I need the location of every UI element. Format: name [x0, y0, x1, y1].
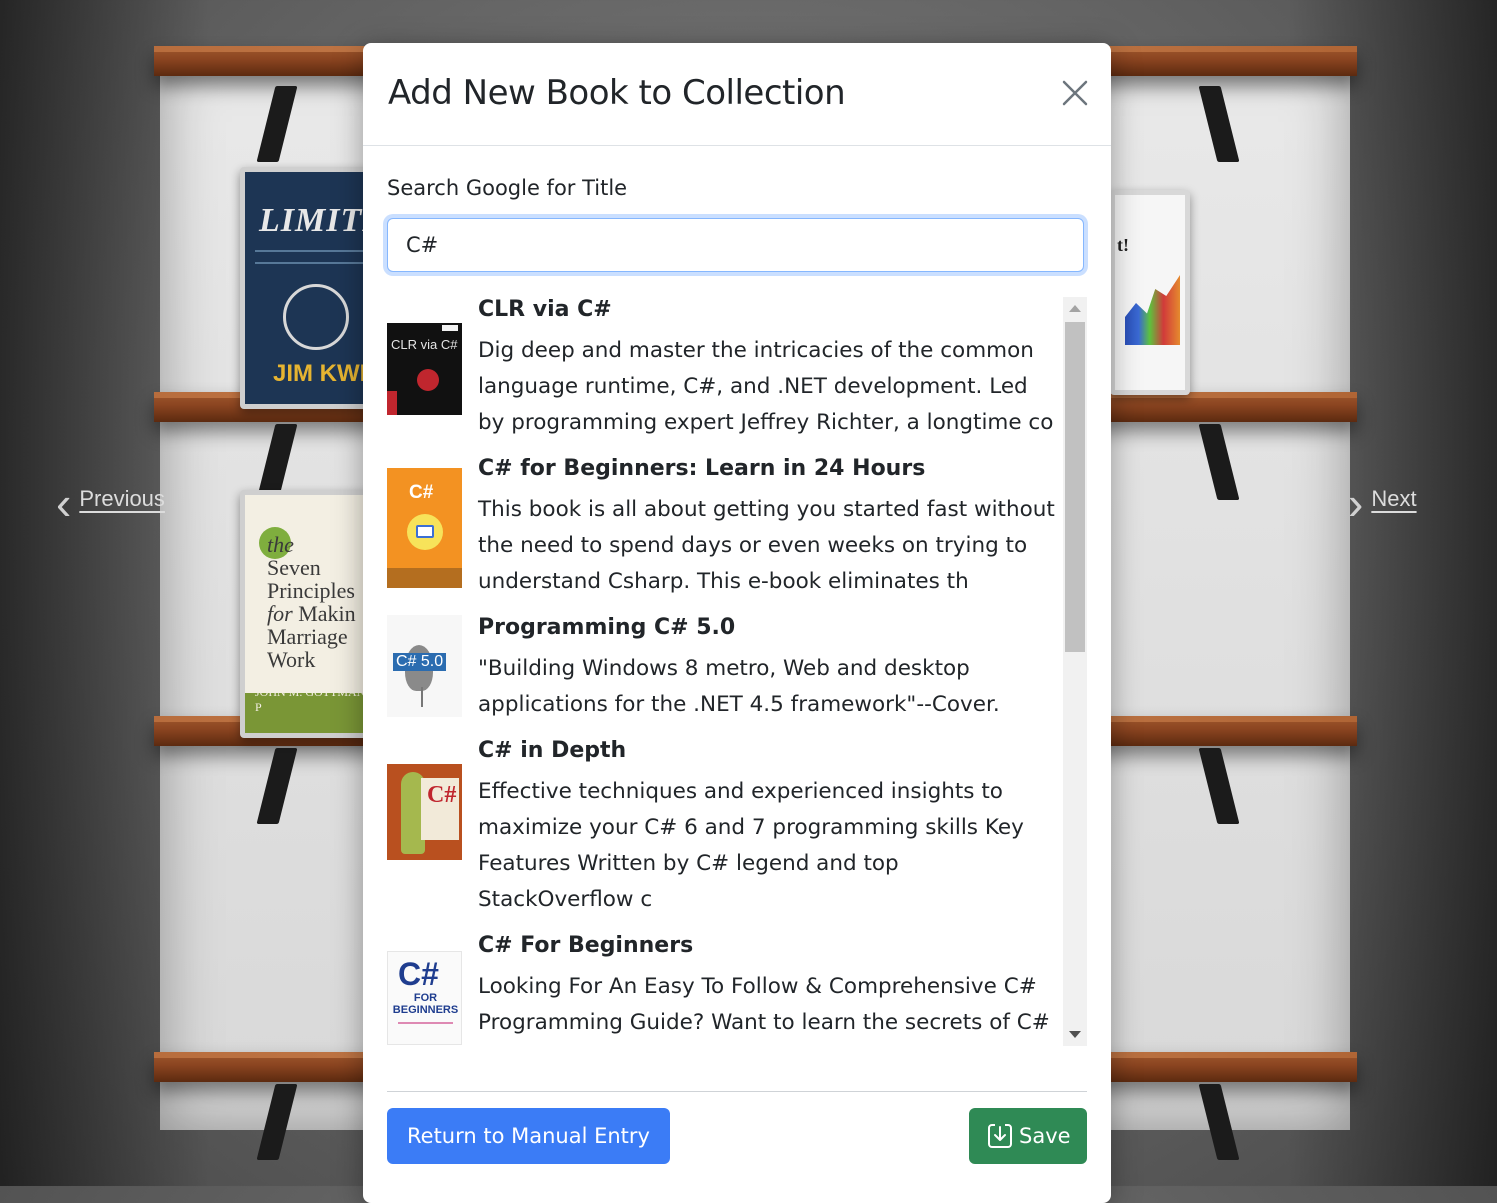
chevron-right-icon: › [1348, 477, 1364, 529]
book-cover: C# 5.0 [387, 615, 462, 717]
book-cover-title: the Seven Principles for Makin Marriage Work [267, 532, 356, 672]
save-button[interactable]: Save [969, 1108, 1087, 1164]
add-book-modal: Add New Book to Collection Search Google… [363, 43, 1111, 1203]
result-description: "Building Windows 8 metro, Web and deskt… [478, 656, 1000, 717]
search-result-item[interactable]: C# 5.0 Programming C# 5.0 "Building Wind… [387, 615, 1059, 729]
return-to-manual-entry-button[interactable]: Return to Manual Entry [387, 1108, 670, 1164]
result-description: Dig deep and master the intricacies of t… [478, 338, 1054, 435]
book-cover-title: LIMITLES [259, 202, 370, 239]
browser-icon [407, 514, 443, 550]
search-result-item[interactable]: C# C# in Depth Effective techniques and … [387, 738, 1059, 924]
search-result-item[interactable]: C# FOR BEGINNERS C# For Beginners Lookin… [387, 933, 1059, 1046]
result-description: Looking For An Easy To Follow & Comprehe… [478, 974, 1050, 1035]
book-cover: C# FOR BEGINNERS [387, 951, 462, 1045]
result-title: C# in Depth [478, 738, 627, 763]
search-label: Search Google for Title [387, 176, 628, 200]
chevron-left-icon: ‹ [56, 477, 72, 529]
scroll-down-arrow-icon[interactable] [1069, 1031, 1081, 1038]
scroll-up-arrow-icon[interactable] [1069, 305, 1081, 312]
search-result-item[interactable]: C# C# for Beginners: Learn in 24 Hours T… [387, 456, 1059, 606]
previous-link[interactable]: ‹ Previous [56, 476, 165, 530]
result-description: This book is all about getting you start… [478, 497, 1055, 594]
result-title: C# for Beginners: Learn in 24 Hours [478, 456, 926, 481]
modal-title: Add New Book to Collection [388, 73, 846, 113]
knot-icon [283, 284, 349, 350]
shelf-book-seven-principles[interactable]: the Seven Principles for Makin Marriage Work … [240, 490, 375, 738]
search-result-item[interactable]: CLR via C# CLR via C# Dig deep and maste… [387, 297, 1059, 447]
book-cover-author: JIM KWI [273, 360, 367, 387]
footer-divider [387, 1091, 1087, 1092]
save-label: Save [1019, 1124, 1071, 1148]
book-cover: C# [387, 468, 462, 588]
shelf-book-right[interactable]: t! [1110, 190, 1190, 395]
shelf-book-limitless[interactable]: LIMITLES JIM KWI [240, 167, 375, 409]
book-cover-author: JOHN M. GOTTMAN, P [255, 685, 369, 714]
results-scrollbar[interactable] [1063, 297, 1087, 1046]
book-cover: CLR via C# [387, 323, 462, 415]
search-input[interactable] [387, 218, 1084, 272]
book-cover-title: t! [1117, 235, 1129, 255]
book-cover: C# [387, 764, 462, 860]
close-button[interactable] [1059, 77, 1091, 109]
graph-icon [1125, 275, 1180, 345]
search-results-list: CLR via C# CLR via C# Dig deep and maste… [387, 297, 1087, 1046]
result-description: Effective techniques and experienced ins… [478, 779, 1024, 912]
scroll-thumb[interactable] [1065, 322, 1085, 652]
result-title: CLR via C# [478, 297, 612, 322]
result-title: C# For Beginners [478, 933, 694, 958]
modal-header: Add New Book to Collection [363, 43, 1111, 146]
result-title: Programming C# 5.0 [478, 615, 736, 640]
download-icon [988, 1123, 1012, 1148]
close-icon [1062, 80, 1088, 106]
next-link[interactable]: › Next [1348, 476, 1417, 530]
